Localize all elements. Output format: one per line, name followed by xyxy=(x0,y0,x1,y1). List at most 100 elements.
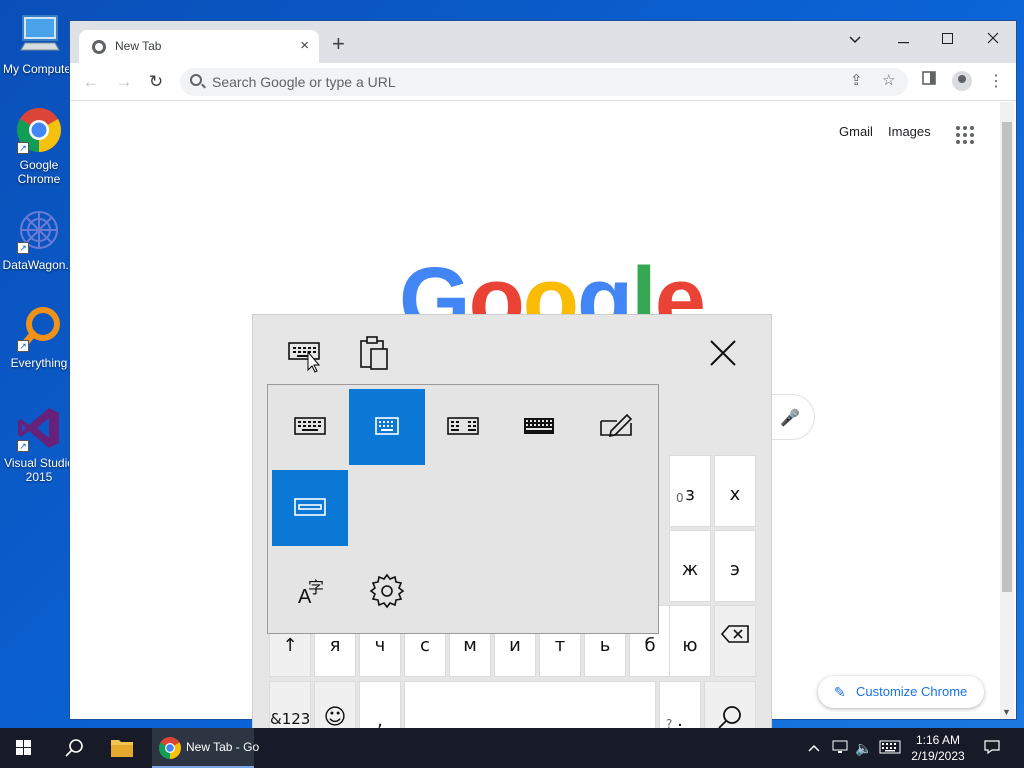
side-panel-button[interactable] xyxy=(922,71,936,90)
key-yu[interactable]: ю xyxy=(669,605,711,677)
desktop-icon-google-chrome[interactable]: ↗ Google Chrome xyxy=(0,106,78,186)
taskbar-search-button[interactable] xyxy=(52,728,96,768)
computer-icon xyxy=(15,10,63,58)
key-e[interactable]: э xyxy=(714,530,756,602)
layout-default-option[interactable] xyxy=(272,389,348,465)
clipboard-icon xyxy=(360,336,388,370)
share-icon[interactable]: ⇪ xyxy=(850,71,863,89)
chrome-icon: ↗ xyxy=(15,106,63,154)
chevron-down-icon xyxy=(849,36,861,44)
minimize-icon xyxy=(897,42,909,44)
desktop-icon-everything[interactable]: ↗ Everything xyxy=(0,304,78,370)
customize-label: Customize Chrome xyxy=(856,684,968,699)
notification-icon xyxy=(984,740,1000,755)
close-icon xyxy=(710,340,736,366)
action-center-button[interactable] xyxy=(984,740,1000,757)
desktop-icon-label: DataWagon... xyxy=(2,258,76,272)
layout-handwriting-option[interactable] xyxy=(577,389,653,465)
shortcut-arrow-icon: ↗ xyxy=(17,440,29,452)
layout-standard-option[interactable] xyxy=(501,389,577,465)
back-button[interactable]: ← xyxy=(80,71,102,93)
key-h[interactable]: х xyxy=(714,455,756,527)
taskbar-clock[interactable]: 1:16 AM 2/19/2023 xyxy=(905,732,971,764)
chrome-favicon-icon xyxy=(92,40,106,54)
layout-split-option[interactable] xyxy=(425,389,501,465)
keyboard-split-icon xyxy=(447,417,479,435)
language-preferences-option[interactable]: A 字 xyxy=(272,553,348,629)
gmail-link[interactable]: Gmail xyxy=(839,124,873,139)
windows-logo-icon xyxy=(16,740,31,755)
gear-icon xyxy=(369,573,405,609)
desktop-icon-label: My Computer xyxy=(2,62,76,76)
layout-one-handed-option[interactable] xyxy=(272,470,348,546)
desktop-icon-label: Visual Studio 2015 xyxy=(4,456,74,484)
keyboard-settings-option[interactable] xyxy=(349,553,425,629)
omnibox-placeholder: Search Google or type a URL xyxy=(212,74,396,90)
language-icon: A 字 xyxy=(298,578,324,608)
minimize-button[interactable] xyxy=(888,27,918,53)
microphone-icon[interactable]: 🎤 xyxy=(780,408,800,428)
desktop-icon-my-computer[interactable]: My Computer xyxy=(0,10,78,76)
menu-button[interactable]: ⋮ xyxy=(988,71,1004,91)
tab-strip: New Tab × + xyxy=(70,21,1016,63)
tab-search-button[interactable] xyxy=(840,27,870,53)
avatar xyxy=(952,71,972,91)
omnibox[interactable]: Search Google or type a URL ⇪ ☆ xyxy=(180,68,908,96)
key-zh[interactable]: ж xyxy=(669,530,711,602)
shortcut-arrow-icon: ↗ xyxy=(17,340,29,352)
scrollbar[interactable]: ▼ xyxy=(1000,102,1014,719)
backspace-icon xyxy=(720,625,749,643)
scroll-thumb[interactable] xyxy=(1002,122,1012,592)
google-apps-icon[interactable] xyxy=(956,126,974,144)
desktop-icon-datawagon[interactable]: ↗ DataWagon... xyxy=(0,206,78,272)
svg-text:字: 字 xyxy=(308,578,324,597)
close-icon xyxy=(987,32,999,44)
shortcut-arrow-icon: ↗ xyxy=(17,242,29,254)
handwriting-icon xyxy=(600,413,633,438)
reload-button[interactable]: ↻ xyxy=(145,71,167,93)
profile-button[interactable] xyxy=(952,71,972,91)
keyboard-standard-icon xyxy=(524,418,554,434)
chrome-icon xyxy=(159,737,181,759)
tab-title: New Tab xyxy=(115,39,162,53)
backspace-key[interactable] xyxy=(714,605,756,677)
visual-studio-icon: ↗ xyxy=(15,404,63,452)
touch-keyboard-tray-icon[interactable] xyxy=(879,740,901,757)
side-panel-icon xyxy=(922,71,936,85)
new-tab-button[interactable]: + xyxy=(332,33,345,55)
show-hidden-icons-button[interactable] xyxy=(808,740,820,756)
customize-chrome-button[interactable]: ✎ Customize Chrome xyxy=(818,676,984,708)
bookmark-star-icon[interactable]: ☆ xyxy=(882,71,895,89)
file-explorer-button[interactable] xyxy=(100,728,144,768)
keyboard-settings-button[interactable] xyxy=(287,333,327,373)
forward-button[interactable]: → xyxy=(113,71,135,93)
images-link[interactable]: Images xyxy=(888,124,931,139)
clock-date: 2/19/2023 xyxy=(911,749,965,763)
tab-close-button[interactable]: × xyxy=(300,37,309,54)
keyboard-small-icon xyxy=(375,417,399,435)
everything-icon: ↗ xyxy=(15,304,63,352)
desktop-icon-label: Google Chrome xyxy=(17,158,61,186)
clock-time: 1:16 AM xyxy=(915,733,961,747)
network-icon[interactable] xyxy=(832,740,848,757)
touch-keyboard: 0 з х ж э ↑ я ч с м и т ь б ю &123 ☺ , ?… xyxy=(252,314,772,768)
maximize-icon xyxy=(941,33,953,44)
volume-icon[interactable]: 🔈 xyxy=(855,740,872,757)
maximize-button[interactable] xyxy=(932,27,962,53)
keyboard-layout-flyout: A 字 xyxy=(267,384,659,634)
key-z[interactable]: 0 з xyxy=(669,455,711,527)
scroll-down-arrow-icon[interactable]: ▼ xyxy=(1002,707,1011,717)
desktop-icon-visual-studio[interactable]: ↗ Visual Studio 2015 xyxy=(0,404,78,484)
tab-new-tab[interactable]: New Tab × xyxy=(79,30,319,63)
taskbar-chrome-button[interactable]: New Tab - Go xyxy=(152,728,259,768)
taskbar-chrome-label: New Tab - Go xyxy=(186,740,260,754)
search-icon xyxy=(65,739,83,757)
browser-toolbar: ← → ↻ Search Google or type a URL ⇪ ☆ ⋮ xyxy=(70,63,1016,101)
close-window-button[interactable] xyxy=(978,27,1008,53)
start-button[interactable] xyxy=(0,728,48,768)
clipboard-button[interactable] xyxy=(355,333,395,373)
close-keyboard-button[interactable] xyxy=(705,335,741,371)
pencil-icon: ✎ xyxy=(834,684,846,700)
folder-icon xyxy=(111,740,133,757)
layout-small-option[interactable] xyxy=(349,389,425,465)
